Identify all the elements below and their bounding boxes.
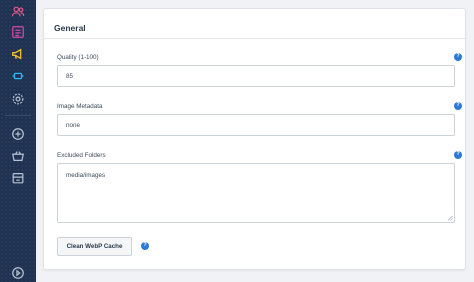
excluded-folders-label: Excluded Folders bbox=[57, 152, 106, 159]
play-circle-icon[interactable] bbox=[9, 264, 27, 282]
clean-webp-cache-button[interactable]: Clean WebP Cache bbox=[57, 237, 132, 256]
main-content: General Quality (1-100) ? 85 Image Metad… bbox=[36, 0, 474, 282]
metadata-help-icon[interactable]: ? bbox=[454, 102, 462, 110]
metadata-input[interactable]: none bbox=[57, 114, 455, 136]
users-icon[interactable] bbox=[9, 3, 27, 21]
store-icon[interactable] bbox=[9, 169, 27, 187]
metadata-label: Image Metadata bbox=[57, 103, 103, 110]
plus-circle-icon[interactable] bbox=[9, 125, 27, 143]
quality-value: 85 bbox=[66, 72, 74, 80]
card-header: General bbox=[44, 9, 465, 39]
quality-help-icon[interactable]: ? bbox=[454, 53, 462, 61]
basket-icon[interactable] bbox=[9, 147, 27, 165]
list-icon[interactable] bbox=[9, 23, 27, 41]
general-settings-card: General Quality (1-100) ? 85 Image Metad… bbox=[43, 8, 466, 270]
excluded-folders-textarea[interactable]: media/images bbox=[57, 163, 455, 223]
clean-cache-help-icon[interactable]: ? bbox=[141, 242, 149, 250]
plugin-icon[interactable] bbox=[9, 67, 27, 85]
excluded-folders-help-icon[interactable]: ? bbox=[454, 151, 462, 159]
resize-handle-icon[interactable] bbox=[447, 215, 453, 221]
quality-label: Quality (1-100) bbox=[57, 54, 99, 61]
card-title: General bbox=[54, 23, 86, 33]
sidebar bbox=[0, 0, 36, 282]
metadata-value: none bbox=[66, 121, 81, 129]
megaphone-icon[interactable] bbox=[9, 45, 27, 63]
gear-icon[interactable] bbox=[9, 90, 27, 108]
quality-input[interactable]: 85 bbox=[57, 65, 455, 87]
excluded-folders-value: media/images bbox=[66, 172, 106, 179]
